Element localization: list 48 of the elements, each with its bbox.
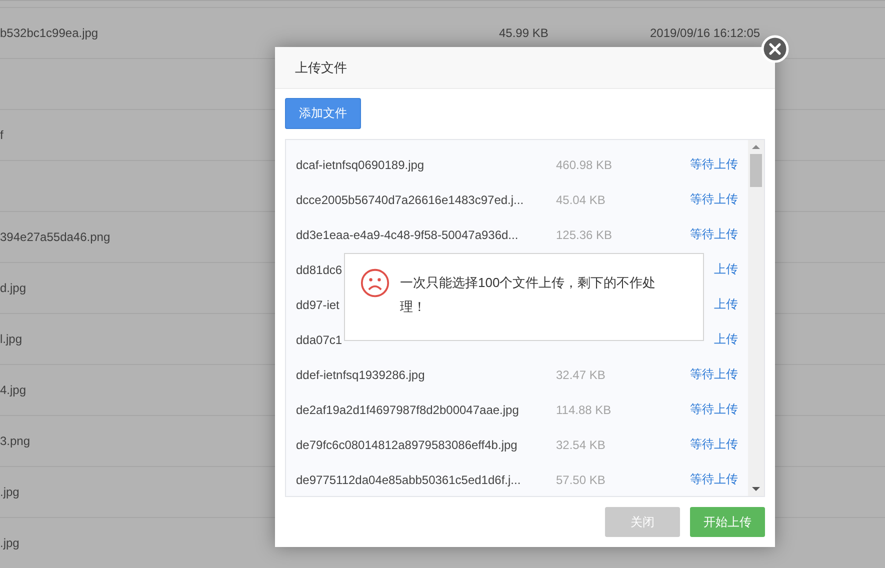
file-name: .jpg bbox=[0, 536, 20, 550]
upload-status: 等待上传 bbox=[690, 402, 738, 416]
file-name: b532bc1c99ea.jpg bbox=[0, 26, 98, 40]
sad-face-icon bbox=[360, 268, 390, 298]
upload-status: 等待上传 bbox=[690, 367, 738, 381]
dialog-button[interactable]: 开始上传 bbox=[690, 507, 765, 537]
file-size: 460.98 KB bbox=[556, 158, 612, 172]
file-name: l.jpg bbox=[0, 332, 22, 346]
scrollbar[interactable] bbox=[748, 140, 764, 496]
upload-status: 等待上传 bbox=[690, 157, 738, 171]
file-size: 125.36 KB bbox=[556, 228, 612, 242]
file-name: 394e27a55da46.png bbox=[0, 230, 110, 244]
file-name: 4.jpg bbox=[0, 383, 26, 397]
upload-status: 上传 bbox=[714, 262, 738, 276]
upload-status: 上传 bbox=[714, 332, 738, 346]
file-name: dcaf-ietnfsq0690189.jpg bbox=[296, 158, 424, 172]
file-name: d.jpg bbox=[0, 281, 26, 295]
upload-status: 等待上传 bbox=[690, 472, 738, 486]
scroll-thumb[interactable] bbox=[750, 154, 762, 187]
dialog-title: 上传文件 bbox=[295, 58, 347, 76]
toast-text: 一次只能选择100个文件上传，剩下的不作处理！ bbox=[400, 274, 657, 316]
file-name: dcce2005b56740d7a26616e1483c97ed.j... bbox=[296, 192, 524, 206]
file-size: 114.88 KB bbox=[556, 402, 612, 416]
upload-status: 上传 bbox=[714, 297, 738, 311]
file-size: 45.04 KB bbox=[556, 192, 606, 206]
file-name: f bbox=[0, 128, 4, 142]
close-icon[interactable] bbox=[761, 35, 789, 63]
file-name: dd97-iet bbox=[296, 298, 340, 312]
file-name: dd81dc6 bbox=[296, 262, 342, 276]
file-size: 32.54 KB bbox=[556, 438, 606, 452]
file-size: 57.50 KB bbox=[556, 472, 606, 486]
upload-status: 等待上传 bbox=[690, 437, 738, 451]
file-name: de79fc6c08014812a8979583086eff4b.jpg bbox=[296, 438, 518, 452]
file-name: ddef-ietnfsq1939286.jpg bbox=[296, 368, 425, 382]
file-name: .jpg bbox=[0, 485, 20, 499]
file-name: dd3e1eaa-e4a9-4c48-9f58-50047a936d... bbox=[296, 228, 518, 242]
file-size: 45.99 KB bbox=[499, 26, 548, 40]
file-name: de9775112da04e85abb50361c5ed1d6f.j... bbox=[296, 472, 521, 486]
upload-status: 等待上传 bbox=[690, 227, 738, 241]
file-size: 32.47 KB bbox=[556, 368, 606, 382]
file-name: dda07c1 bbox=[296, 332, 342, 346]
upload-status: 等待上传 bbox=[690, 192, 738, 206]
scroll-up-icon[interactable] bbox=[752, 144, 760, 150]
file-name: 3.png bbox=[0, 434, 30, 448]
scroll-down-icon[interactable] bbox=[752, 486, 760, 492]
add-files-button[interactable]: 添加文件 bbox=[285, 98, 361, 129]
file-name: de2af19a2d1f4697987f8d2b00047aae.jpg bbox=[296, 402, 519, 416]
file-date: 2019/09/16 16:12:05 bbox=[650, 26, 760, 40]
